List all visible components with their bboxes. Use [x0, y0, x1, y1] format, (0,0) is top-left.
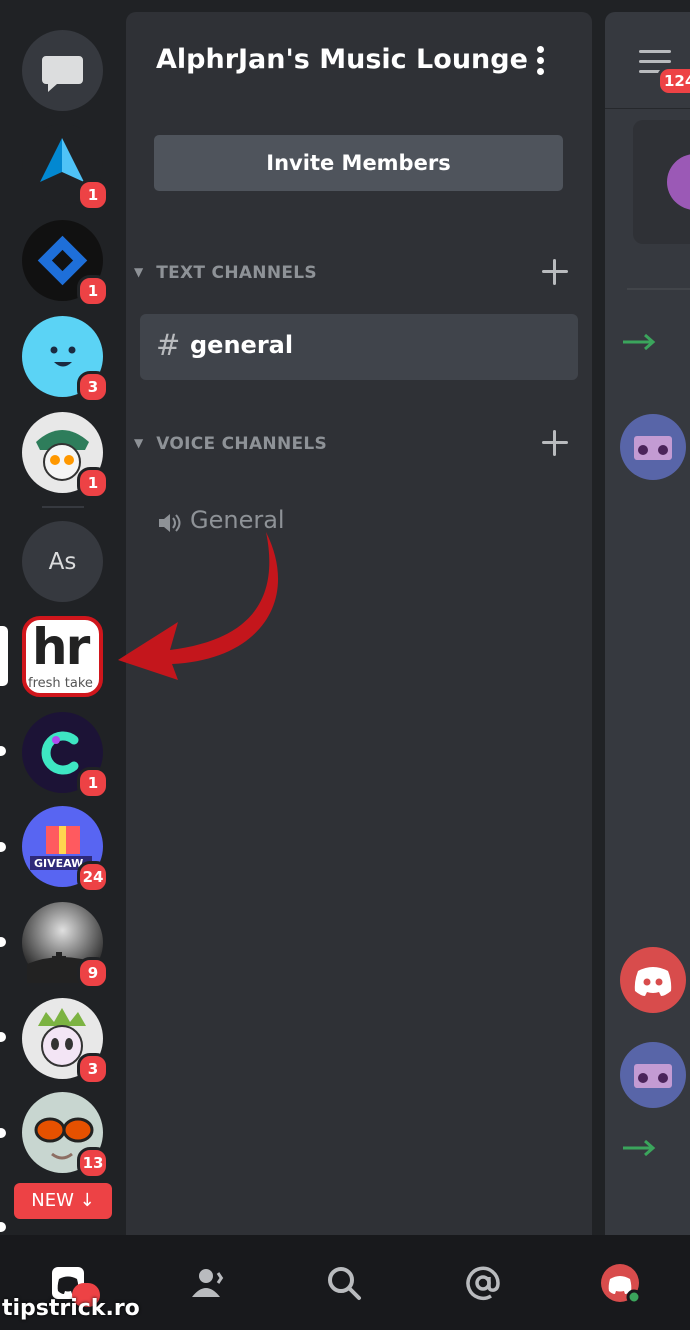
unread-badge: 13: [77, 1147, 109, 1179]
unread-indicator: [0, 746, 6, 756]
join-arrow-icon: [623, 1139, 656, 1157]
mentions-badge: 124: [657, 66, 690, 96]
unread-indicator: [0, 1222, 6, 1232]
unread-indicator: [0, 1032, 6, 1042]
alphr-logo-text: hr: [32, 618, 90, 676]
boombox-icon: [634, 1064, 672, 1088]
more-options-icon[interactable]: [530, 46, 550, 78]
alphr-logo-tagline: fresh take: [28, 676, 93, 691]
direct-messages-icon: [42, 56, 83, 92]
unread-badge: 1: [77, 275, 109, 307]
unread-badge: 24: [77, 861, 109, 893]
hash-icon: #: [156, 328, 181, 362]
server-arrow-logo[interactable]: 1: [22, 124, 109, 211]
unread-badge: 3: [77, 1053, 109, 1085]
watermark: tipstrick.ro: [2, 1296, 140, 1321]
rail-separator: [42, 506, 84, 508]
selected-server-indicator: [0, 626, 8, 686]
chat-area: 124: [605, 12, 690, 1235]
channel-general[interactable]: # general: [140, 314, 578, 380]
friends-icon[interactable]: [188, 1263, 228, 1303]
unread-indicator: [0, 1128, 6, 1138]
server-alphr[interactable]: hr fresh take: [22, 616, 103, 697]
mentions-icon[interactable]: [463, 1263, 503, 1303]
server-c-logo[interactable]: 1: [22, 712, 109, 799]
boombox-avatar[interactable]: [620, 1042, 686, 1108]
giveaway-label: GIVEAW: [34, 857, 84, 870]
text-channels-category[interactable]: ▼ TEXT CHANNELS: [134, 263, 317, 283]
boombox-icon: [634, 436, 672, 460]
boombox-avatar[interactable]: [620, 414, 686, 480]
server-title[interactable]: AlphrJan's Music Lounge: [156, 44, 528, 75]
date-divider: [627, 288, 690, 290]
unread-indicator: [0, 937, 6, 947]
user-avatar-icon[interactable]: [600, 1263, 640, 1303]
speaker-icon: [159, 514, 181, 532]
server-cartoon-avatar[interactable]: 1: [22, 412, 109, 499]
unread-badge: 9: [77, 957, 109, 989]
welcome-card: [633, 120, 690, 244]
new-label: NEW: [31, 1190, 74, 1211]
unread-badge: 1: [77, 179, 109, 211]
category-label: VOICE CHANNELS: [156, 434, 328, 454]
chevron-down-icon: ▼: [134, 436, 144, 450]
join-arrow-icon: [623, 333, 656, 351]
server-giveaway[interactable]: GIVEAW 24: [22, 806, 109, 893]
channel-panel: AlphrJan's Music Lounge Invite Members ▼…: [126, 12, 592, 1235]
server-initials: As: [48, 548, 77, 575]
header-divider: [605, 108, 690, 109]
server-blue-diamond[interactable]: 1: [22, 220, 109, 307]
voice-channel-general[interactable]: General: [156, 506, 356, 538]
voice-channel-label: General: [190, 506, 285, 534]
category-label: TEXT CHANNELS: [156, 263, 317, 283]
welcome-avatar: [667, 154, 690, 210]
server-graveyard[interactable]: 9: [22, 902, 109, 989]
unread-indicator: [0, 842, 6, 852]
unread-badge: 1: [77, 767, 109, 799]
add-text-channel-icon[interactable]: [540, 257, 570, 287]
invite-members-button[interactable]: Invite Members: [154, 135, 563, 191]
server-smiley[interactable]: 3: [22, 316, 109, 403]
arrow-down-icon: ↓: [79, 1190, 95, 1211]
voice-channels-category[interactable]: ▼ VOICE CHANNELS: [134, 434, 327, 454]
discord-logo-icon: [634, 967, 672, 996]
unread-badge: 1: [77, 467, 109, 499]
search-icon[interactable]: [324, 1263, 364, 1303]
server-crowned-avatar[interactable]: 3: [22, 998, 109, 1085]
new-unreads-button[interactable]: NEW ↓: [14, 1183, 112, 1219]
chevron-down-icon: ▼: [134, 265, 144, 279]
channel-label: general: [190, 331, 294, 359]
server-rail: 1 1 3 1 As hr fresh take 1 GIVEAW 24 9 3…: [0, 0, 126, 1235]
add-voice-channel-icon[interactable]: [540, 428, 570, 458]
unread-badge: 3: [77, 371, 109, 403]
server-as[interactable]: As: [22, 521, 103, 602]
direct-messages-button[interactable]: [22, 30, 103, 111]
discord-bot-avatar[interactable]: [620, 947, 686, 1013]
server-sunglasses-avatar[interactable]: 13: [22, 1092, 109, 1179]
